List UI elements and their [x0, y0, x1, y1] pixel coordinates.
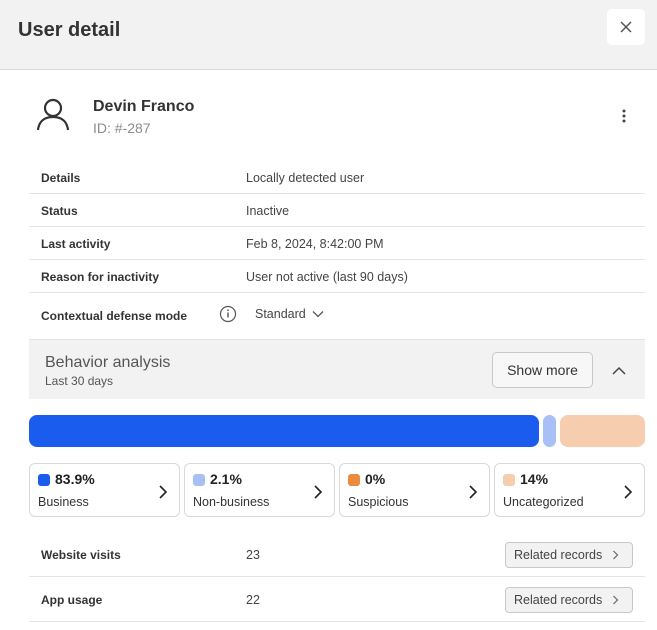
contextual-defense-select[interactable]: Standard — [255, 307, 324, 321]
more-vertical-icon — [622, 109, 626, 123]
category-card-non-business[interactable]: 2.1% Non-business — [184, 463, 335, 517]
behavior-distribution-bar — [29, 415, 645, 447]
detail-row: Status Inactive — [29, 194, 645, 227]
chevron-up-icon — [612, 366, 626, 375]
detail-value: Inactive — [246, 204, 290, 218]
detail-value: Feb 8, 2024, 8:42:00 PM — [246, 237, 384, 251]
close-button[interactable] — [607, 9, 645, 45]
behavior-analysis-header: Behavior analysis Last 30 days Show more — [29, 339, 645, 399]
metric-value: 22 — [246, 593, 260, 607]
category-card-uncategorized[interactable]: 14% Uncategorized — [494, 463, 645, 517]
chevron-right-icon — [469, 485, 478, 499]
category-color-dot — [193, 474, 205, 486]
user-icon — [36, 98, 70, 131]
contextual-defense-row: Contextual defense mode Standard — [29, 293, 645, 337]
detail-value: User not active (last 90 days) — [246, 270, 408, 284]
category-name: Uncategorized — [503, 495, 584, 509]
chevron-right-icon — [613, 550, 619, 560]
detail-label: Reason for inactivity — [41, 270, 160, 284]
detail-row: Last activity Feb 8, 2024, 8:42:00 PM — [29, 227, 645, 260]
contextual-defense-label: Contextual defense mode — [41, 309, 188, 323]
metric-value: 23 — [246, 548, 260, 562]
metric-row: App usage 22 Related records — [29, 577, 645, 622]
category-color-dot — [503, 474, 515, 486]
metric-label: App usage — [41, 593, 103, 607]
category-percent: 83.9% — [55, 471, 95, 487]
show-more-button[interactable]: Show more — [492, 352, 593, 388]
chevron-right-icon — [159, 485, 168, 499]
bar-segment-business — [29, 415, 540, 447]
category-name: Non-business — [193, 495, 270, 509]
category-card-business[interactable]: 83.9% Business — [29, 463, 180, 517]
related-records-label: Related records — [514, 593, 603, 607]
detail-row: Reason for inactivity User not active (l… — [29, 260, 645, 293]
dialog-header: User detail — [0, 0, 657, 70]
behavior-subtitle: Last 30 days — [45, 374, 114, 388]
metric-label: Website visits — [41, 548, 121, 562]
related-records-label: Related records — [514, 548, 603, 562]
category-color-dot — [38, 474, 50, 486]
category-name: Business — [38, 495, 89, 509]
chevron-down-icon — [312, 311, 324, 318]
behavior-category-cards: 83.9% Business 2.1% Non-business 0% Susp… — [29, 463, 645, 517]
contextual-defense-value: Standard — [255, 307, 306, 321]
bar-segment-uncategorized — [559, 415, 645, 447]
detail-row: Details Locally detected user — [29, 161, 645, 194]
chevron-right-icon — [314, 485, 323, 499]
category-card-suspicious[interactable]: 0% Suspicious — [339, 463, 490, 517]
close-icon — [620, 21, 632, 33]
collapse-button[interactable] — [609, 360, 629, 380]
detail-label: Details — [41, 171, 81, 185]
related-records-button[interactable]: Related records — [505, 542, 633, 568]
detail-label: Status — [41, 204, 78, 218]
category-percent: 14% — [520, 471, 549, 487]
metric-row: Website visits 23 Related records — [29, 532, 645, 577]
chevron-right-icon — [613, 595, 619, 605]
dialog-title: User detail — [18, 19, 121, 41]
user-name: Devin Franco — [93, 98, 195, 115]
detail-label: Last activity — [41, 237, 111, 251]
related-records-button[interactable]: Related records — [505, 587, 633, 613]
activity-metrics: Website visits 23 Related records App us… — [29, 532, 645, 622]
category-percent: 0% — [365, 471, 386, 487]
bar-segment-non-business — [543, 415, 556, 447]
category-percent: 2.1% — [210, 471, 242, 487]
detail-value: Locally detected user — [246, 171, 365, 185]
user-details-table: Details Locally detected user Status Ina… — [29, 161, 645, 337]
behavior-title: Behavior analysis — [45, 354, 171, 371]
category-name: Suspicious — [348, 495, 409, 509]
category-color-dot — [348, 474, 360, 486]
info-icon[interactable] — [219, 305, 237, 323]
user-id: ID: #-287 — [93, 120, 151, 136]
chevron-right-icon — [624, 485, 633, 499]
more-options-button[interactable] — [615, 104, 633, 128]
